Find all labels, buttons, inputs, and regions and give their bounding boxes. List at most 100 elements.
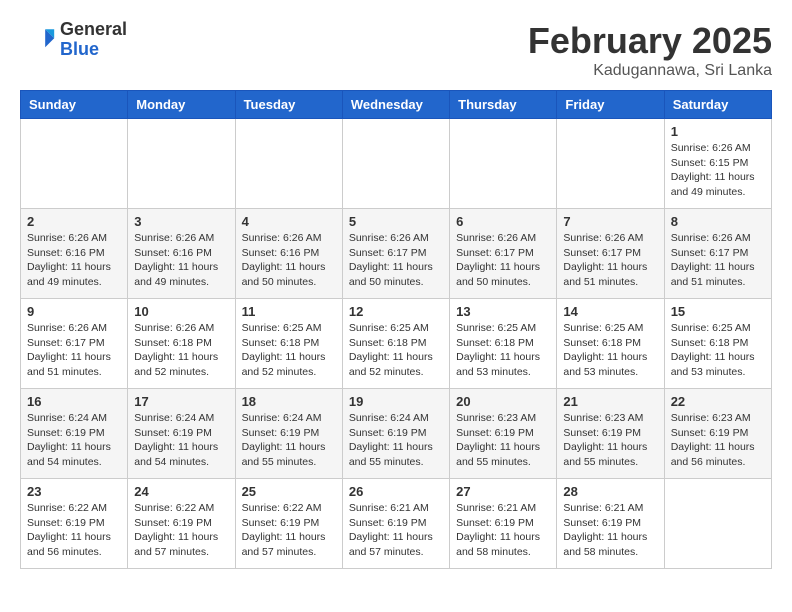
day-info: Sunrise: 6:26 AMSunset: 6:17 PMDaylight:… <box>456 231 550 290</box>
calendar-day-cell: 10 Sunrise: 6:26 AMSunset: 6:18 PMDayligh… <box>128 299 235 389</box>
day-info: Sunrise: 6:23 AMSunset: 6:19 PMDaylight:… <box>563 411 657 470</box>
calendar-day-cell <box>664 479 771 569</box>
title-block: February 2025 Kadugannawa, Sri Lanka <box>528 20 772 80</box>
calendar-day-cell: 17 Sunrise: 6:24 AMSunset: 6:19 PMDayligh… <box>128 389 235 479</box>
calendar-day-cell: 8 Sunrise: 6:26 AMSunset: 6:17 PMDaylight… <box>664 209 771 299</box>
day-number: 11 <box>242 304 336 319</box>
weekday-header-thursday: Thursday <box>450 91 557 119</box>
calendar-day-cell: 4 Sunrise: 6:26 AMSunset: 6:16 PMDaylight… <box>235 209 342 299</box>
calendar-day-cell: 28 Sunrise: 6:21 AMSunset: 6:19 PMDayligh… <box>557 479 664 569</box>
calendar-week-row: 1 Sunrise: 6:26 AMSunset: 6:15 PMDaylight… <box>21 119 772 209</box>
day-info: Sunrise: 6:24 AMSunset: 6:19 PMDaylight:… <box>134 411 228 470</box>
calendar-day-cell: 21 Sunrise: 6:23 AMSunset: 6:19 PMDayligh… <box>557 389 664 479</box>
day-number: 24 <box>134 484 228 499</box>
page-header: General Blue February 2025 Kadugannawa, … <box>20 20 772 80</box>
day-number: 4 <box>242 214 336 229</box>
calendar-table: SundayMondayTuesdayWednesdayThursdayFrid… <box>20 90 772 569</box>
calendar-day-cell <box>21 119 128 209</box>
weekday-header-wednesday: Wednesday <box>342 91 449 119</box>
day-number: 18 <box>242 394 336 409</box>
day-number: 22 <box>671 394 765 409</box>
day-info: Sunrise: 6:22 AMSunset: 6:19 PMDaylight:… <box>27 501 121 560</box>
calendar-day-cell: 3 Sunrise: 6:26 AMSunset: 6:16 PMDaylight… <box>128 209 235 299</box>
calendar-week-row: 23 Sunrise: 6:22 AMSunset: 6:19 PMDayligh… <box>21 479 772 569</box>
day-number: 8 <box>671 214 765 229</box>
calendar-day-cell: 18Sunrise: 6:24 AMSunset: 6:19 PMDayligh… <box>235 389 342 479</box>
day-info: Sunrise: 6:21 AMSunset: 6:19 PMDaylight:… <box>456 501 550 560</box>
calendar-day-cell <box>557 119 664 209</box>
calendar-day-cell <box>128 119 235 209</box>
calendar-day-cell <box>235 119 342 209</box>
calendar-day-cell: 24 Sunrise: 6:22 AMSunset: 6:19 PMDayligh… <box>128 479 235 569</box>
day-info: Sunrise: 6:25 AMSunset: 6:18 PMDaylight:… <box>456 321 550 380</box>
calendar-day-cell: 15 Sunrise: 6:25 AMSunset: 6:18 PMDayligh… <box>664 299 771 389</box>
day-number: 13 <box>456 304 550 319</box>
logo-text: General Blue <box>60 20 127 60</box>
day-info: Sunrise: 6:21 AMSunset: 6:19 PMDaylight:… <box>349 501 443 560</box>
day-info: Sunrise: 6:26 AMSunset: 6:17 PMDaylight:… <box>671 231 765 290</box>
day-number: 17 <box>134 394 228 409</box>
day-info: Sunrise: 6:22 AMSunset: 6:19 PMDaylight:… <box>242 501 336 560</box>
day-info: Sunrise: 6:26 AMSunset: 6:18 PMDaylight:… <box>134 321 228 380</box>
calendar-day-cell: 1 Sunrise: 6:26 AMSunset: 6:15 PMDaylight… <box>664 119 771 209</box>
day-info: Sunrise: 6:24 AMSunset: 6:19 PMDaylight:… <box>349 411 443 470</box>
day-number: 6 <box>456 214 550 229</box>
day-number: 15 <box>671 304 765 319</box>
calendar-day-cell <box>450 119 557 209</box>
day-info: Sunrise: 6:26 AMSunset: 6:16 PMDaylight:… <box>134 231 228 290</box>
day-number: 20 <box>456 394 550 409</box>
day-info: Sunrise: 6:26 AMSunset: 6:17 PMDaylight:… <box>563 231 657 290</box>
weekday-header-saturday: Saturday <box>664 91 771 119</box>
day-number: 21 <box>563 394 657 409</box>
weekday-header-tuesday: Tuesday <box>235 91 342 119</box>
month-year: February 2025 <box>528 20 772 62</box>
calendar-day-cell: 11 Sunrise: 6:25 AMSunset: 6:18 PMDayligh… <box>235 299 342 389</box>
calendar-day-cell <box>342 119 449 209</box>
weekday-header-friday: Friday <box>557 91 664 119</box>
day-number: 2 <box>27 214 121 229</box>
day-info: Sunrise: 6:26 AMSunset: 6:15 PMDaylight:… <box>671 141 765 200</box>
day-info: Sunrise: 6:26 AMSunset: 6:17 PMDaylight:… <box>27 321 121 380</box>
calendar-day-cell: 20Sunrise: 6:23 AMSunset: 6:19 PMDayligh… <box>450 389 557 479</box>
day-info: Sunrise: 6:21 AMSunset: 6:19 PMDaylight:… <box>563 501 657 560</box>
calendar-day-cell: 7 Sunrise: 6:26 AMSunset: 6:17 PMDaylight… <box>557 209 664 299</box>
day-info: Sunrise: 6:25 AMSunset: 6:18 PMDaylight:… <box>563 321 657 380</box>
day-info: Sunrise: 6:25 AMSunset: 6:18 PMDaylight:… <box>349 321 443 380</box>
calendar-day-cell: 12 Sunrise: 6:25 AMSunset: 6:18 PMDayligh… <box>342 299 449 389</box>
day-number: 27 <box>456 484 550 499</box>
calendar-day-cell: 23 Sunrise: 6:22 AMSunset: 6:19 PMDayligh… <box>21 479 128 569</box>
day-number: 3 <box>134 214 228 229</box>
calendar-week-row: 16Sunrise: 6:24 AMSunset: 6:19 PMDayligh… <box>21 389 772 479</box>
calendar-day-cell: 27 Sunrise: 6:21 AMSunset: 6:19 PMDayligh… <box>450 479 557 569</box>
calendar-day-cell: 14Sunrise: 6:25 AMSunset: 6:18 PMDayligh… <box>557 299 664 389</box>
day-info: Sunrise: 6:25 AMSunset: 6:18 PMDaylight:… <box>242 321 336 380</box>
calendar-day-cell: 6 Sunrise: 6:26 AMSunset: 6:17 PMDaylight… <box>450 209 557 299</box>
day-number: 5 <box>349 214 443 229</box>
location: Kadugannawa, Sri Lanka <box>528 62 772 80</box>
day-number: 23 <box>27 484 121 499</box>
logo-icon <box>20 22 56 58</box>
day-number: 1 <box>671 124 765 139</box>
day-number: 7 <box>563 214 657 229</box>
logo: General Blue <box>20 20 127 60</box>
calendar-day-cell: 25 Sunrise: 6:22 AMSunset: 6:19 PMDayligh… <box>235 479 342 569</box>
calendar-week-row: 2 Sunrise: 6:26 AMSunset: 6:16 PMDaylight… <box>21 209 772 299</box>
day-number: 12 <box>349 304 443 319</box>
day-number: 9 <box>27 304 121 319</box>
day-info: Sunrise: 6:25 AMSunset: 6:18 PMDaylight:… <box>671 321 765 380</box>
day-info: Sunrise: 6:22 AMSunset: 6:19 PMDaylight:… <box>134 501 228 560</box>
calendar-day-cell: 16Sunrise: 6:24 AMSunset: 6:19 PMDayligh… <box>21 389 128 479</box>
day-number: 19 <box>349 394 443 409</box>
day-info: Sunrise: 6:23 AMSunset: 6:19 PMDaylight:… <box>671 411 765 470</box>
weekday-header-sunday: Sunday <box>21 91 128 119</box>
weekday-header-monday: Monday <box>128 91 235 119</box>
calendar-day-cell: 26Sunrise: 6:21 AMSunset: 6:19 PMDayligh… <box>342 479 449 569</box>
day-number: 25 <box>242 484 336 499</box>
calendar-day-cell: 5Sunrise: 6:26 AMSunset: 6:17 PMDaylight… <box>342 209 449 299</box>
day-number: 28 <box>563 484 657 499</box>
day-number: 10 <box>134 304 228 319</box>
calendar-day-cell: 13 Sunrise: 6:25 AMSunset: 6:18 PMDayligh… <box>450 299 557 389</box>
day-info: Sunrise: 6:26 AMSunset: 6:16 PMDaylight:… <box>242 231 336 290</box>
calendar-day-cell: 2 Sunrise: 6:26 AMSunset: 6:16 PMDaylight… <box>21 209 128 299</box>
day-info: Sunrise: 6:26 AMSunset: 6:16 PMDaylight:… <box>27 231 121 290</box>
